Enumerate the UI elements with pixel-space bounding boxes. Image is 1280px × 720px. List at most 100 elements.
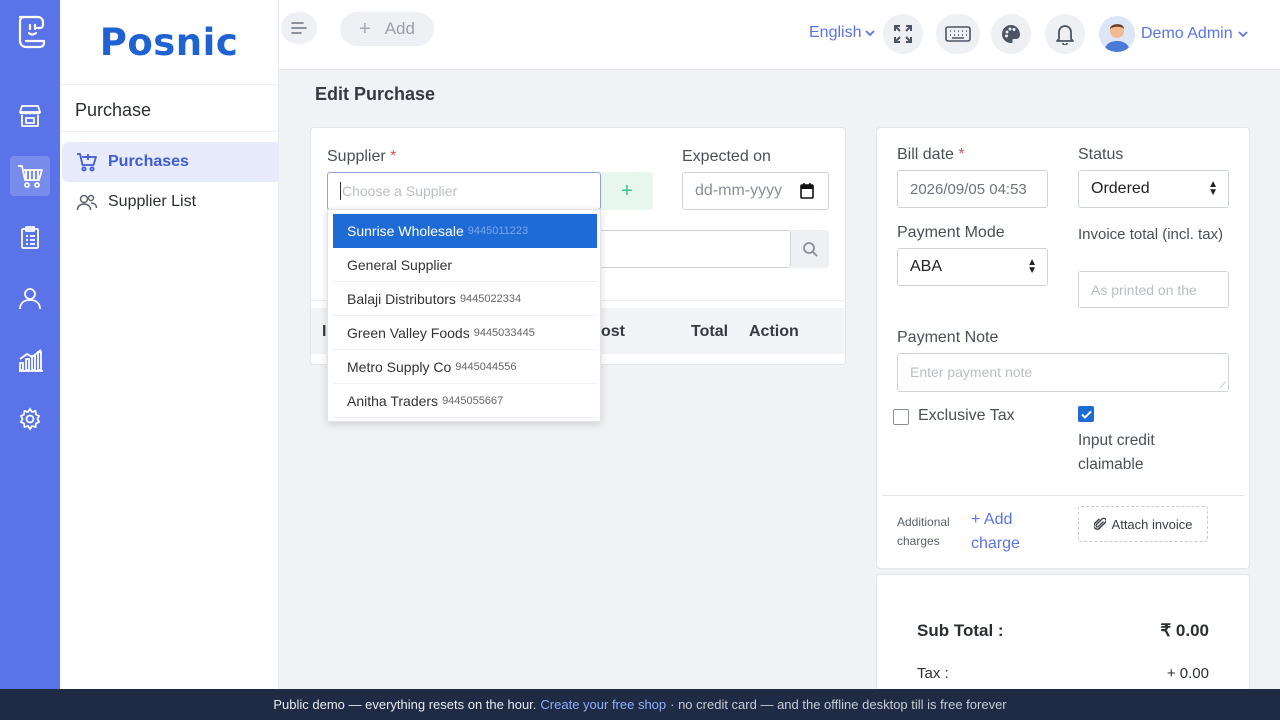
icon-rail	[0, 0, 60, 689]
supplier-option[interactable]: General Supplier	[333, 248, 597, 282]
settings-icon[interactable]	[10, 399, 50, 439]
sidebar-item-purchases[interactable]: Purchases	[62, 142, 278, 182]
create-shop-link[interactable]: Create your free shop	[540, 697, 666, 712]
cart-icon[interactable]	[10, 156, 50, 196]
invoice-total-label: Invoice total (incl. tax)	[1078, 226, 1224, 243]
plus-icon: +	[621, 179, 633, 202]
supplier-name: Green Valley Foods	[347, 324, 470, 341]
palette-icon	[1001, 24, 1021, 44]
expected-on-label: Expected on	[682, 148, 771, 165]
user-name: Demo Admin	[1141, 25, 1233, 42]
clipboard-icon[interactable]	[10, 218, 50, 258]
keyboard-shortcuts-button[interactable]	[936, 14, 980, 54]
users-icon	[76, 191, 98, 213]
search-icon	[802, 241, 818, 257]
bill-date-input[interactable]: 2026/09/05 04:53	[897, 170, 1048, 208]
required-mark: *	[390, 148, 397, 165]
language-selector[interactable]: English	[809, 24, 876, 42]
supplier-option[interactable]: Metro Supply Co 9445044556	[333, 350, 597, 384]
table-header: Action	[749, 323, 799, 340]
supplier-placeholder: Choose a Supplier	[342, 183, 458, 199]
paperclip-icon	[1093, 517, 1106, 531]
supplier-dropdown: Sunrise Wholesale 9445011223 General Supp…	[327, 209, 601, 422]
user-menu[interactable]: Demo Admin	[1099, 16, 1249, 52]
select-caret-icon: ▲ ▼	[1027, 257, 1037, 276]
supplier-phone: 9445044556	[455, 360, 517, 373]
exclusive-tax-checkbox[interactable]	[893, 409, 909, 425]
demo-banner: Public demo — everything resets on the h…	[0, 689, 1280, 720]
add-charge-link[interactable]: + Add charge	[971, 508, 1041, 556]
divider	[60, 131, 278, 132]
select-caret-icon: ▲ ▼	[1208, 179, 1218, 198]
payment-mode-label: Payment Mode	[897, 224, 1005, 241]
top-bar: + Add English Demo Admin	[279, 0, 1280, 70]
supplier-option[interactable]: Sunrise Wholesale 9445011223	[333, 214, 597, 248]
supplier-option[interactable]: Balaji Distributors 9445022334	[333, 282, 597, 316]
menu-toggle-button[interactable]	[281, 12, 317, 44]
logo-icon[interactable]	[12, 13, 48, 51]
plus-icon: +	[359, 17, 371, 40]
payment-mode-select[interactable]: ABA ▲ ▼	[897, 248, 1048, 286]
supplier-name: Anitha Traders	[347, 392, 439, 409]
supplier-search-input[interactable]: Choose a Supplier	[327, 172, 601, 210]
attach-invoice-label: Attach invoice	[1111, 516, 1193, 532]
user-icon[interactable]	[10, 278, 50, 318]
add-button[interactable]: + Add	[340, 12, 434, 46]
supplier-name: Balaji Distributors	[347, 290, 456, 307]
avatar	[1099, 16, 1135, 52]
brand-logo[interactable]: Posnic	[60, 0, 278, 85]
resize-handle-icon[interactable]: ⟋	[1220, 381, 1226, 390]
attach-invoice-button[interactable]: Attach invoice	[1078, 506, 1208, 542]
sidebar: Posnic Purchase Purchases Supplier List	[60, 0, 279, 689]
invoice-total-input[interactable]: As printed on the	[1078, 271, 1229, 308]
fullscreen-button[interactable]	[883, 14, 923, 54]
supplier-phone: 9445011223	[467, 225, 529, 237]
summary-card: Sub Total : ₹ 0.00 Tax : + 0.00	[876, 574, 1250, 694]
calendar-icon[interactable]	[800, 183, 814, 199]
input-credit-checkbox[interactable]	[1078, 406, 1094, 422]
page-title: Edit Purchase	[315, 84, 436, 104]
product-search-button[interactable]	[791, 230, 829, 268]
required-mark: *	[958, 146, 965, 163]
date-placeholder: dd-mm-yyyy	[695, 182, 783, 199]
bill-details-card: Bill date * 2026/09/05 04:53 Status Orde…	[876, 127, 1250, 569]
input-credit-label: Input credit claimable	[1078, 432, 1155, 473]
add-supplier-button[interactable]: +	[601, 172, 653, 210]
payment-mode-value: ABA	[910, 258, 943, 275]
chevron-down-icon	[864, 29, 876, 37]
chart-icon[interactable]	[10, 340, 50, 380]
tax-label: Tax :	[917, 665, 949, 682]
payment-note-placeholder: Enter payment note	[910, 364, 1033, 380]
chevron-down-icon	[1237, 30, 1249, 38]
payment-note-label: Payment Note	[897, 329, 999, 346]
expected-on-date-input[interactable]: dd-mm-yyyy	[682, 172, 829, 210]
table-header: I	[322, 323, 327, 340]
status-value: Ordered	[1091, 180, 1150, 197]
add-button-label: Add	[384, 19, 415, 38]
bill-date-label: Bill date *	[897, 146, 965, 163]
supplier-name: Metro Supply Co	[347, 358, 452, 375]
theme-button[interactable]	[991, 14, 1031, 54]
cart-plus-icon	[76, 151, 98, 173]
supplier-phone: 9445033445	[473, 326, 535, 339]
sidebar-section-title: Purchase	[75, 100, 152, 120]
sidebar-item-label: Purchases	[108, 153, 189, 170]
notifications-button[interactable]	[1045, 14, 1085, 54]
supplier-option[interactable]: Green Valley Foods 9445033445	[333, 316, 597, 350]
supplier-phone: 9445022334	[459, 292, 522, 305]
status-select[interactable]: Ordered ▲ ▼	[1078, 170, 1229, 208]
supplier-label: Supplier *	[327, 148, 397, 165]
supplier-option[interactable]: Anitha Traders 9445055667	[333, 384, 597, 418]
payment-note-textarea[interactable]: Enter payment note ⟋	[897, 353, 1229, 392]
keyboard-icon	[945, 26, 971, 42]
table-header: Total	[691, 323, 729, 340]
banner-text-tail: · no credit card — and the offline deskt…	[670, 697, 1007, 712]
invoice-total-placeholder: As printed on the	[1091, 281, 1197, 298]
sub-total-value: ₹ 0.00	[1160, 621, 1209, 640]
divider	[882, 495, 1244, 496]
store-icon[interactable]	[10, 96, 50, 136]
menu-icon	[290, 20, 308, 36]
language-label: English	[809, 24, 862, 41]
table-header: ost	[601, 323, 625, 340]
sidebar-item-supplier-list[interactable]: Supplier List	[62, 182, 278, 222]
